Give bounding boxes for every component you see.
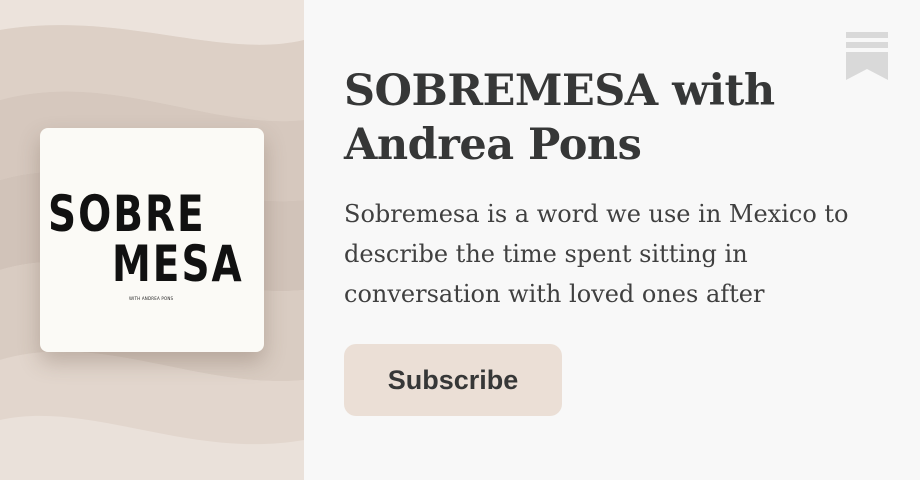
publication-card: SOBRE MESA WITH ANDREA PONS SOBREMESA wi…	[0, 0, 920, 480]
cover-subtitle: WITH ANDREA PONS	[129, 296, 174, 301]
publication-cover-image[interactable]: SOBRE MESA WITH ANDREA PONS	[40, 128, 264, 352]
publication-description: Sobremesa is a word we use in Mexico to …	[344, 200, 849, 308]
publication-info: SOBREMESA with Andrea Pons Sobremesa is …	[304, 0, 920, 480]
substack-bookmark-icon	[846, 32, 888, 80]
publication-title: SOBREMESA with Andrea Pons	[344, 66, 775, 170]
cover-background: SOBRE MESA WITH ANDREA PONS	[0, 0, 304, 480]
cover-title-line-1: SOBRE	[48, 186, 206, 244]
subscribe-button[interactable]: Subscribe	[344, 344, 562, 416]
cover-title-line-2: MESA	[112, 236, 244, 294]
